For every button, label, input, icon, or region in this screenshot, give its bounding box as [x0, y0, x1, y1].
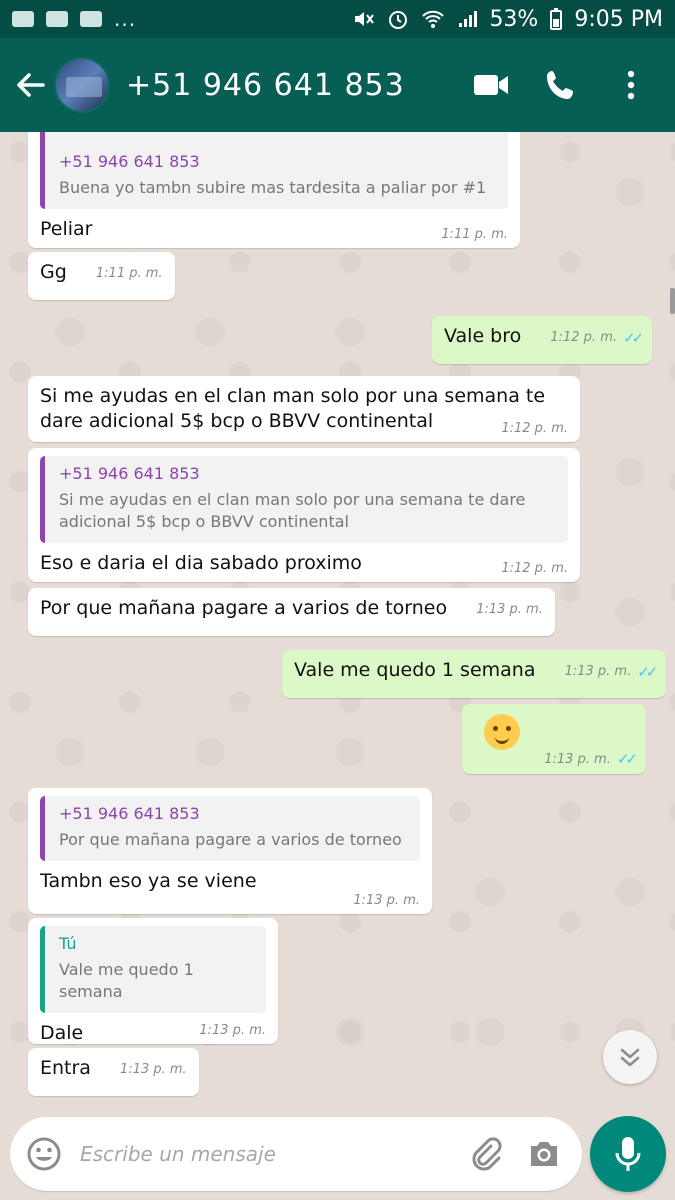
read-ticks-icon: ✓✓	[623, 328, 644, 347]
mute-icon	[355, 12, 375, 26]
message-incoming[interactable]: Por que mañana pagare a varios de torneo…	[28, 588, 555, 636]
more-options-button[interactable]	[611, 65, 651, 105]
youtube-icon	[46, 11, 68, 27]
message-time: 1:12 p. m.	[501, 561, 568, 576]
microphone-icon	[615, 1137, 641, 1171]
smiley-icon	[27, 1137, 61, 1171]
phone-icon	[547, 71, 573, 99]
message-incoming[interactable]: +51 946 641 853 Buena yo tambn subire ma…	[28, 132, 520, 248]
quote-text: Vale me quedo 1 semana	[59, 960, 194, 1001]
input-bar	[0, 1100, 675, 1200]
more-notifications: ...	[114, 7, 137, 31]
message-text: Tambn eso ya se viene	[40, 870, 257, 892]
message-incoming[interactable]: +51 946 641 853 Por que mañana pagare a …	[28, 788, 432, 914]
message-outgoing[interactable]: Vale me quedo 1 semana 1:13 p. m. ✓✓	[282, 650, 667, 698]
back-arrow-icon	[17, 73, 45, 97]
message-time: 1:13 p. m. ✓✓	[564, 662, 659, 681]
scroll-to-bottom-button[interactable]	[603, 1030, 657, 1084]
quote-text: Por que mañana pagare a varios de torneo	[59, 830, 402, 849]
status-bar: ... 53% 9:05 PM	[0, 0, 675, 38]
back-button[interactable]	[8, 55, 52, 115]
message-incoming[interactable]: Entra 1:13 p. m.	[28, 1048, 199, 1096]
battery-percent: 53%	[489, 6, 539, 32]
message-input[interactable]	[80, 1142, 466, 1166]
message-time: 1:13 p. m. ✓✓	[544, 750, 638, 768]
wifi-icon	[422, 10, 445, 28]
message-text: Eso e daria el dia sabado proximo	[40, 552, 362, 574]
paperclip-icon	[472, 1137, 502, 1171]
alarm-icon	[389, 11, 408, 29]
chat-header: +51 946 641 853	[0, 38, 675, 132]
hugging-face-emoji-icon	[484, 714, 520, 750]
youtube-icon	[12, 11, 34, 27]
message-text: Vale bro	[444, 325, 522, 347]
header-actions	[471, 65, 651, 105]
message-text: Gg	[40, 261, 67, 283]
message-composer	[10, 1117, 582, 1191]
avatar[interactable]	[54, 57, 110, 113]
video-call-icon	[474, 75, 508, 95]
mic-button[interactable]	[590, 1116, 666, 1192]
message-time: 1:11 p. m.	[441, 227, 508, 242]
message-time: 1:13 p. m.	[476, 602, 543, 617]
message-incoming[interactable]: Tú Vale me quedo 1 semana Dale 1:13 p. m…	[28, 918, 278, 1044]
message-time: 1:12 p. m. ✓✓	[550, 328, 644, 347]
robot-icon	[80, 11, 102, 27]
quoted-message[interactable]: +51 946 641 853 Buena yo tambn subire ma…	[40, 132, 508, 209]
battery-icon	[550, 8, 563, 30]
message-text: Entra	[40, 1057, 91, 1079]
message-text: Por que mañana pagare a varios de torneo	[40, 597, 448, 619]
read-ticks-icon: ✓✓	[637, 662, 658, 681]
quoted-message[interactable]: +51 946 641 853 Por que mañana pagare a …	[40, 796, 420, 861]
message-text: Si me ayudas en el clan man solo por una…	[40, 385, 546, 432]
quoted-message[interactable]: +51 946 641 853 Si me ayudas en el clan …	[40, 456, 568, 543]
scrollbar[interactable]	[670, 288, 675, 314]
quoted-message[interactable]: Tú Vale me quedo 1 semana	[40, 926, 266, 1013]
message-text: Peliar	[40, 218, 93, 240]
double-chevron-down-icon	[620, 1048, 640, 1067]
voice-call-button[interactable]	[541, 65, 581, 105]
quote-author: Tú	[59, 934, 77, 953]
message-incoming[interactable]: Si me ayudas en el clan man solo por una…	[28, 376, 580, 442]
quote-author: +51 946 641 853	[59, 152, 200, 171]
notification-icons: ...	[12, 7, 136, 31]
message-time: 1:13 p. m.	[353, 893, 420, 908]
message-time: 1:13 p. m.	[199, 1023, 266, 1038]
camera-button[interactable]	[524, 1134, 564, 1174]
contact-name[interactable]: +51 946 641 853	[126, 68, 471, 103]
signal-icon	[459, 11, 478, 27]
message-incoming[interactable]: Gg 1:11 p. m.	[28, 252, 175, 300]
video-call-button[interactable]	[471, 65, 511, 105]
clock: 9:05 PM	[574, 6, 663, 32]
message-text: Vale me quedo 1 semana	[294, 659, 536, 681]
quote-author: +51 946 641 853	[59, 464, 200, 483]
message-outgoing[interactable]: Vale bro 1:12 p. m. ✓✓	[432, 316, 653, 364]
message-incoming[interactable]: +51 946 641 853 Si me ayudas en el clan …	[28, 448, 580, 582]
attach-button[interactable]	[466, 1134, 506, 1174]
message-time: 1:12 p. m.	[501, 421, 568, 436]
message-outgoing[interactable]: 1:13 p. m. ✓✓	[462, 704, 646, 774]
chat-area[interactable]: +51 946 641 853 Buena yo tambn subire ma…	[0, 132, 675, 1100]
quote-author: +51 946 641 853	[59, 804, 200, 823]
camera-icon	[531, 1142, 557, 1166]
message-time: 1:13 p. m.	[120, 1062, 187, 1077]
system-icons: 53% 9:05 PM	[353, 7, 663, 32]
emoji-button[interactable]	[24, 1134, 64, 1174]
read-ticks-icon: ✓✓	[616, 750, 638, 768]
quote-text: Buena yo tambn subire mas tardesita a pa…	[59, 178, 487, 197]
quote-text: Si me ayudas en el clan man solo por una…	[59, 490, 526, 531]
message-time: 1:11 p. m.	[95, 266, 163, 281]
more-vert-icon	[627, 70, 635, 100]
